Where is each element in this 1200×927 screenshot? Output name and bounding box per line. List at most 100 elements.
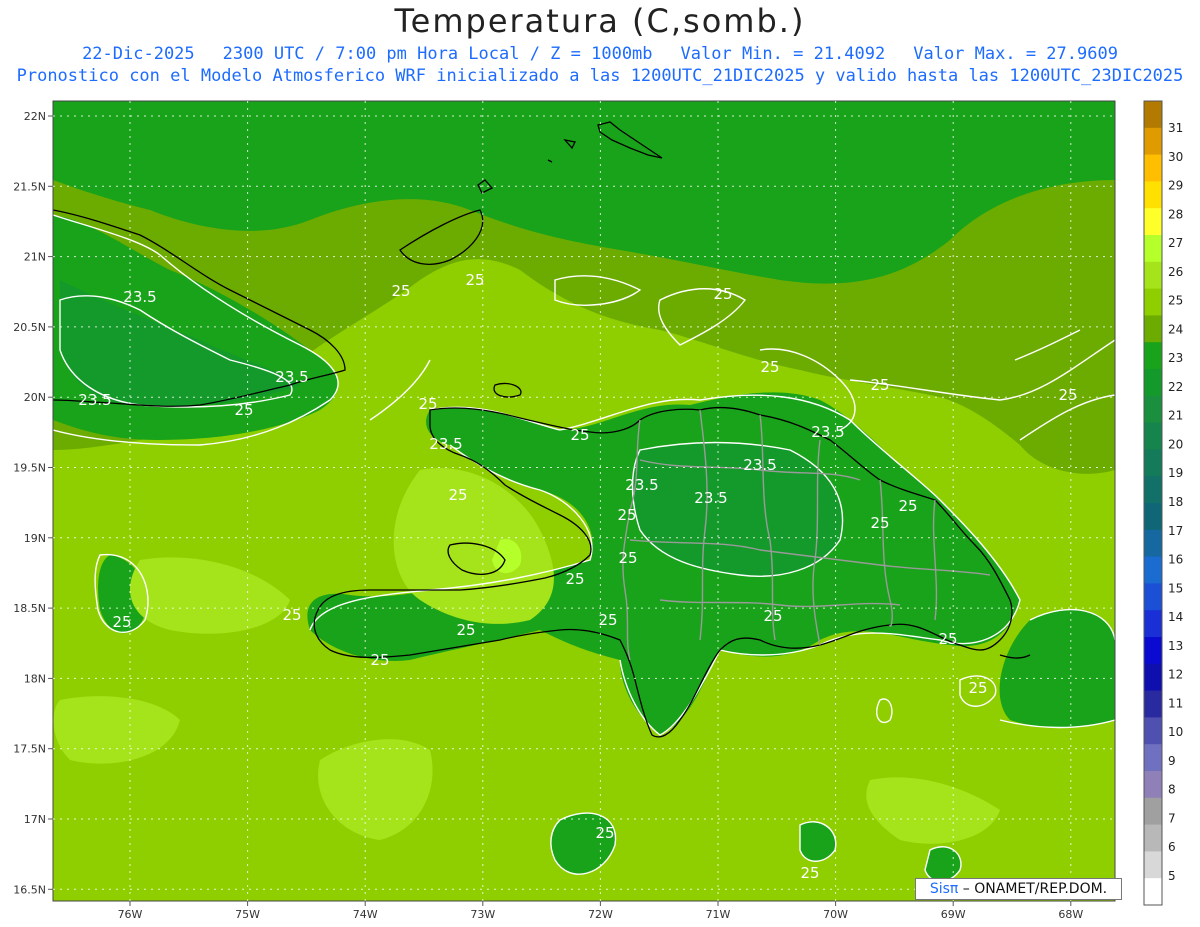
contour-label: 25	[938, 630, 957, 648]
contour-label: 25	[870, 376, 889, 394]
lon-label: 76W	[118, 908, 143, 921]
colorbar-swatch	[1144, 395, 1162, 424]
contour-label: 25	[448, 486, 467, 504]
colorbar-label: 14	[1168, 610, 1183, 624]
contour-label: 25	[391, 282, 410, 300]
lat-label: 19.5N	[13, 462, 46, 475]
lat-label: 22N	[24, 110, 46, 123]
colorbar-label: 22	[1168, 380, 1183, 394]
contour-label: 25	[800, 864, 819, 882]
contour-label: 25	[370, 651, 389, 669]
colorbar-label: 15	[1168, 581, 1183, 595]
contour-label: 25	[1058, 386, 1077, 404]
lat-label: 18.5N	[13, 602, 46, 615]
colorbar-swatch	[1144, 610, 1162, 638]
contour-label: 25	[282, 606, 301, 624]
colorbar-swatch	[1144, 717, 1162, 745]
contour-label: 25	[598, 611, 617, 629]
lon-label: 74W	[353, 908, 378, 921]
lat-label: 21.5N	[13, 180, 46, 193]
contour-label: 25	[234, 401, 253, 419]
contour-label: 25	[898, 497, 917, 515]
lon-label: 70W	[823, 908, 848, 921]
latitude-labels: 22N 21.5N 21N 20.5N 20N 19.5N 19N 18.5N 18N 17.5N…	[13, 110, 53, 896]
colorbar-swatch	[1144, 422, 1162, 450]
colorbar-label: 9	[1168, 754, 1176, 768]
colorbar-label: 31	[1168, 121, 1183, 135]
lon-label: 73W	[470, 908, 495, 921]
lon-label: 68W	[1058, 908, 1083, 921]
contour-label: 25	[595, 824, 614, 842]
contour-label: 25	[456, 621, 475, 639]
contour-label: 25	[618, 549, 637, 567]
contour-label: 25	[617, 506, 636, 524]
contour-label: 25	[870, 514, 889, 532]
colorbar-swatch	[1144, 342, 1162, 370]
colorbar-swatch	[1144, 583, 1162, 611]
colorbar-label: 19	[1168, 466, 1183, 480]
colorbar-label: 23	[1168, 351, 1183, 365]
colorbar-swatch	[1144, 690, 1162, 718]
lat-label: 18N	[24, 672, 46, 685]
colorbar-swatch	[1144, 771, 1162, 799]
contour-label: 23.5	[694, 489, 727, 507]
colorbar: 31 30 29 28 27 26 25 24 23 22 21 20 19 18 17 16 15 14 13 12…	[1143, 100, 1183, 906]
colorbar-swatch	[1144, 744, 1162, 772]
colorbar-label: 21	[1168, 409, 1183, 423]
colorbar-label: 8	[1168, 783, 1176, 797]
colorbar-swatch	[1144, 637, 1162, 665]
colorbar-label: 29	[1168, 179, 1183, 193]
lon-label: 69W	[941, 908, 966, 921]
contour-label: 25	[570, 426, 589, 444]
contour-label: 23.5	[275, 368, 308, 386]
colorbar-swatch	[1144, 663, 1162, 692]
sispi-brand: Sisπ	[929, 881, 959, 897]
lat-label: 21N	[24, 251, 46, 264]
lat-label: 16.5N	[13, 883, 46, 896]
contour-label: 25	[418, 395, 437, 413]
contour-label: 23.5	[743, 456, 776, 474]
colorbar-label: 5	[1168, 869, 1176, 883]
colorbar-label: 16	[1168, 553, 1183, 567]
lat-label: 20N	[24, 391, 46, 404]
lon-label: 71W	[706, 908, 731, 921]
contour-label: 23.5	[625, 476, 658, 494]
colorbar-swatch	[1144, 476, 1162, 504]
longitude-labels: 76W 75W 74W 73W 72W 71W 70W 69W 68W	[118, 901, 1083, 921]
onamet-org: – ONAMET/REP.DOM.	[958, 881, 1108, 897]
colorbar-swatch	[1144, 878, 1162, 906]
colorbar-label: 25	[1168, 294, 1183, 308]
colorbar-label: 7	[1168, 811, 1176, 825]
colorbar-swatch	[1144, 529, 1162, 558]
colorbar-swatch	[1144, 315, 1162, 343]
colorbar-label: 28	[1168, 207, 1183, 221]
contour-label: 23.5	[123, 288, 156, 306]
contour-label: 25	[763, 607, 782, 625]
contour-label: 23.5	[429, 435, 462, 453]
contour-label: 25	[760, 358, 779, 376]
contour-label: 23.5	[78, 391, 111, 409]
contour-label: 23.5	[811, 423, 844, 441]
lon-label: 75W	[235, 908, 260, 921]
colorbar-label: 18	[1168, 495, 1183, 509]
colorbar-swatch	[1144, 101, 1162, 129]
colorbar-swatch	[1144, 556, 1162, 584]
contour-label: 25	[565, 570, 584, 588]
colorbar-swatch	[1144, 208, 1162, 236]
contour-label: 25	[968, 679, 987, 697]
colorbar-swatch	[1144, 369, 1162, 397]
colorbar-label: 11	[1168, 696, 1183, 710]
colorbar-label: 27	[1168, 236, 1183, 250]
colorbar-label: 26	[1168, 265, 1183, 279]
onamet-logo: Sisπ – ONAMET/REP.DOM.	[915, 878, 1122, 900]
colorbar-label: 30	[1168, 150, 1183, 164]
colorbar-swatch	[1144, 288, 1162, 316]
colorbar-label: 13	[1168, 639, 1183, 653]
colorbar-label: 12	[1168, 668, 1183, 682]
colorbar-swatch	[1144, 154, 1162, 182]
lat-label: 17.5N	[13, 743, 46, 756]
lon-label: 72W	[588, 908, 613, 921]
contour-label: 25	[465, 271, 484, 289]
colorbar-swatch	[1144, 851, 1162, 879]
colorbar-label: 17	[1168, 524, 1183, 538]
